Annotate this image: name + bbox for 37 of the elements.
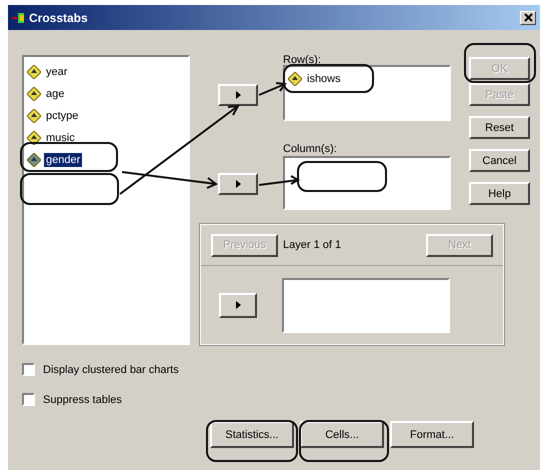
variable-item[interactable]: ishows (288, 68, 449, 90)
checkbox[interactable] (22, 363, 35, 376)
variable-item[interactable]: gender (27, 149, 188, 171)
close-icon (524, 13, 532, 22)
arrow-right-icon (236, 301, 240, 309)
annotation-arrow (258, 175, 300, 186)
variable-icon (27, 153, 41, 167)
columns-label: Column(s): (283, 142, 338, 156)
variable-icon (27, 131, 41, 145)
variable-item[interactable]: music (27, 127, 188, 149)
variable-item[interactable]: year (27, 61, 188, 83)
annotation-arrow (258, 82, 287, 96)
variable-icon (27, 65, 41, 79)
variable-item[interactable]: age (27, 83, 188, 105)
dialog-button[interactable]: Format... (390, 421, 474, 448)
variable-icon (27, 87, 41, 101)
close-button[interactable] (520, 10, 536, 24)
move-button[interactable] (219, 292, 257, 318)
variable-item[interactable]: pctype (27, 105, 188, 127)
checkbox-label: Display clustered bar charts (43, 364, 179, 376)
dialog-button[interactable]: Reset (469, 116, 530, 139)
arrow-right-icon (236, 91, 240, 99)
checkbox-label: Suppress tables (43, 394, 122, 406)
move-button[interactable] (218, 173, 258, 195)
dialog-button[interactable]: Cells... (300, 421, 384, 448)
window-title: Crosstabs (29, 10, 88, 24)
move-button[interactable] (218, 84, 258, 106)
variable-icon (27, 109, 41, 123)
rows-label: Row(s): (283, 55, 322, 65)
app-icon (12, 12, 26, 24)
dialog-button[interactable]: Statistics... (210, 421, 294, 448)
arrow-right-icon (236, 180, 240, 188)
dialog-button[interactable]: Cancel (469, 149, 530, 172)
dialog-button[interactable]: Help (469, 182, 530, 205)
checkbox[interactable] (22, 393, 35, 406)
layer-label: Layer 1 of 1 (283, 239, 342, 251)
variable-icon (288, 72, 302, 86)
